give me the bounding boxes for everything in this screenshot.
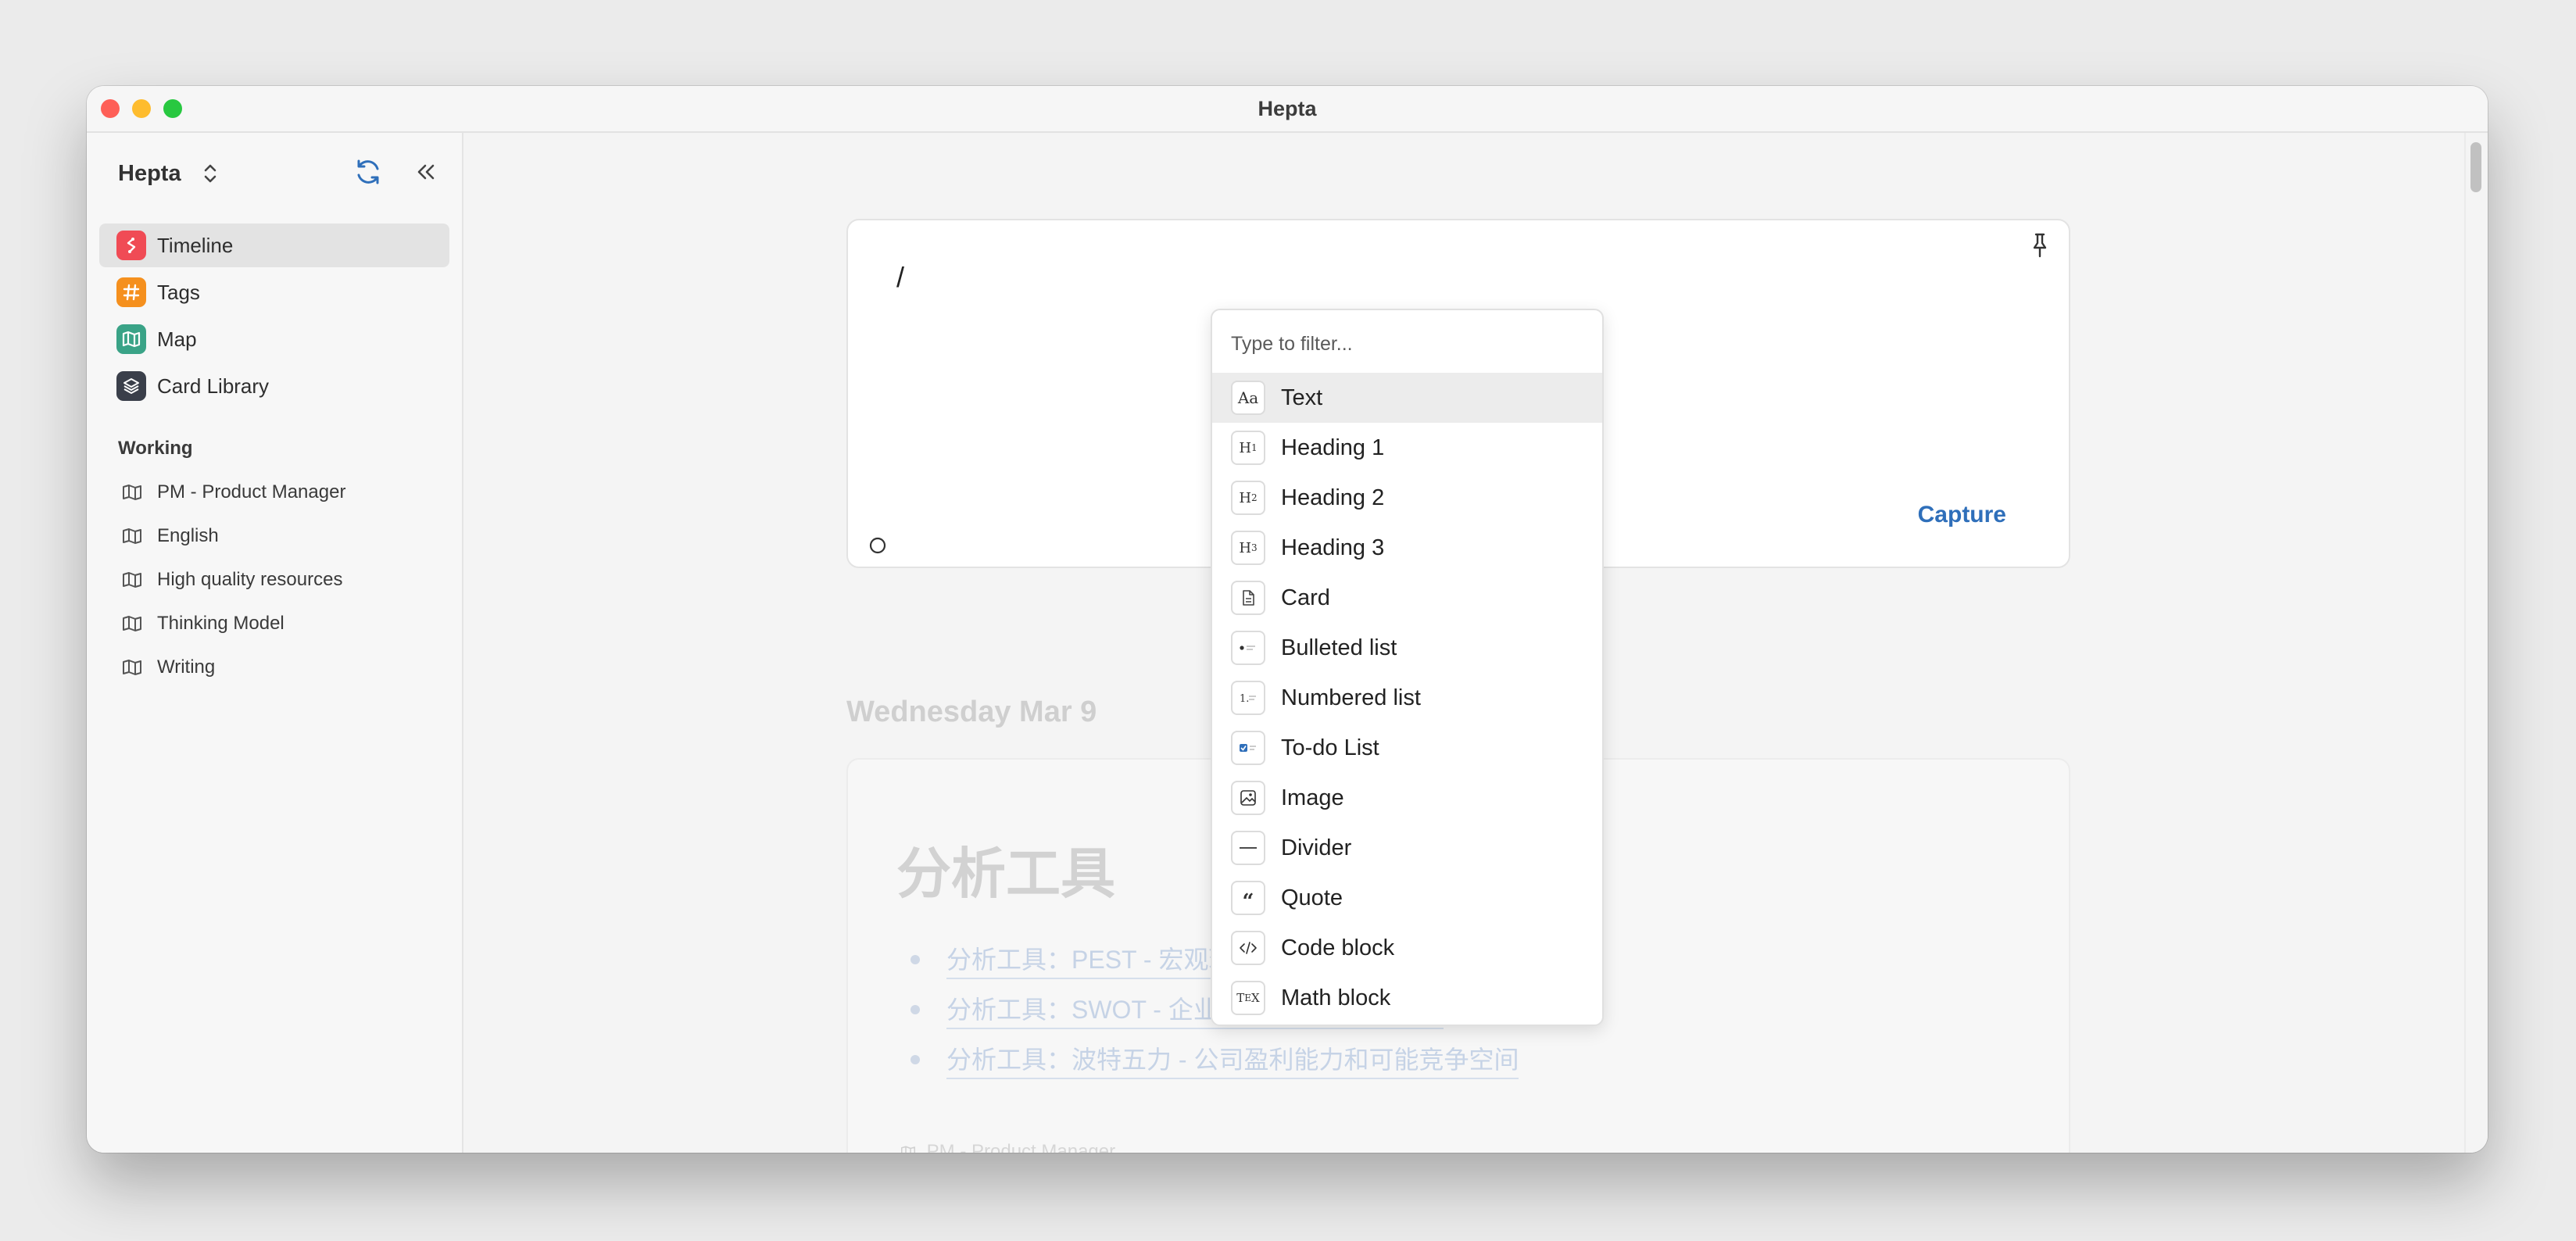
working-item-thinking-model[interactable]: Thinking Model	[99, 602, 449, 646]
heading-1-icon: H1	[1231, 431, 1265, 465]
list-item[interactable]: 分析工具：波特五力 - 公司盈利能力和可能竞争空间	[896, 1035, 1519, 1085]
window-title: Hepta	[1258, 97, 1317, 120]
card-footer-label: PM - Product Manager	[926, 1141, 1116, 1153]
menu-item-divider[interactable]: Divider	[1212, 823, 1602, 873]
menu-item-math-block[interactable]: TEX Math block	[1212, 973, 1602, 1023]
bullet-icon	[911, 1005, 920, 1014]
menu-item-bulleted-list[interactable]: Bulleted list	[1212, 623, 1602, 673]
menu-item-label: Divider	[1281, 835, 1352, 860]
quote-icon: “	[1231, 881, 1265, 915]
working-item-label: High quality resources	[157, 569, 343, 590]
menu-item-label: Math block	[1281, 985, 1391, 1010]
working-item-pm[interactable]: PM - Product Manager	[99, 470, 449, 514]
timeline-icon	[116, 231, 146, 260]
menu-item-label: Heading 3	[1281, 535, 1385, 560]
heading-3-icon: H3	[1231, 531, 1265, 565]
slash-command-menu: Type to filter... Aa Text H1 Heading 1 H…	[1211, 309, 1604, 1026]
working-item-label: PM - Product Manager	[157, 481, 346, 502]
sidebar-item-label: Tags	[157, 280, 200, 304]
menu-item-heading-3[interactable]: H3 Heading 3	[1212, 523, 1602, 573]
todo-list-icon	[1231, 731, 1265, 765]
svg-text:1.: 1.	[1240, 693, 1249, 705]
menu-item-numbered-list[interactable]: 1. Numbered list	[1212, 673, 1602, 723]
menu-item-label: Heading 2	[1281, 485, 1385, 510]
card-link[interactable]: 分析工具：波特五力 - 公司盈利能力和可能竞争空间	[946, 1040, 1519, 1079]
menu-item-heading-2[interactable]: H2 Heading 2	[1212, 473, 1602, 523]
menu-item-text[interactable]: Aa Text	[1212, 373, 1602, 423]
working-item-label: Writing	[157, 656, 216, 678]
menu-item-label: Numbered list	[1281, 685, 1421, 710]
sidebar-item-label: Timeline	[157, 233, 234, 257]
numbered-list-icon: 1.	[1231, 681, 1265, 715]
menu-item-heading-1[interactable]: H1 Heading 1	[1212, 423, 1602, 473]
capture-button[interactable]: Capture	[1918, 502, 2006, 528]
menu-item-label: Text	[1281, 384, 1323, 410]
chevron-up-down-icon[interactable]	[201, 159, 220, 188]
sidebar-item-card-library[interactable]: Card Library	[99, 364, 449, 408]
menu-item-label: Bulleted list	[1281, 635, 1397, 660]
collapse-sidebar-icon[interactable]	[413, 159, 438, 184]
map-icon	[123, 660, 141, 675]
menu-item-image[interactable]: Image	[1212, 773, 1602, 823]
section-title-working: Working	[118, 438, 193, 459]
menu-item-quote[interactable]: “ Quote	[1212, 873, 1602, 923]
hash-icon	[116, 277, 146, 307]
menu-item-card[interactable]: Card	[1212, 573, 1602, 623]
layers-icon	[116, 371, 146, 401]
map-icon	[116, 324, 146, 354]
filter-input[interactable]: Type to filter...	[1212, 310, 1602, 373]
text-icon: Aa	[1231, 381, 1265, 415]
menu-item-label: Image	[1281, 785, 1344, 810]
menu-item-label: Code block	[1281, 935, 1395, 960]
sidebar: Hepta Timeline Tags Map Card Library Wor…	[87, 133, 463, 1153]
heading-2-icon: H2	[1231, 481, 1265, 515]
circle-icon[interactable]	[868, 536, 887, 555]
card-icon	[1231, 581, 1265, 615]
menu-item-label: Heading 1	[1281, 435, 1385, 460]
map-icon	[123, 485, 141, 500]
menu-item-label: Card	[1281, 585, 1330, 610]
sidebar-nav: Timeline Tags Map Card Library	[99, 224, 449, 411]
menu-item-todo-list[interactable]: To-do List	[1212, 723, 1602, 773]
map-icon	[123, 528, 141, 544]
title-bar: Hepta	[87, 86, 2488, 133]
menu-item-label: Quote	[1281, 885, 1343, 910]
menu-item-label: To-do List	[1281, 735, 1379, 760]
sidebar-item-label: Map	[157, 327, 197, 351]
working-item-label: English	[157, 525, 219, 546]
scrollbar[interactable]	[2464, 133, 2488, 1153]
card-footer-tag[interactable]: PM - Product Manager	[900, 1141, 1115, 1153]
sync-icon[interactable]	[352, 156, 384, 188]
sidebar-item-map[interactable]: Map	[99, 317, 449, 361]
workspace-name[interactable]: Hepta	[118, 161, 181, 187]
math-block-icon: TEX	[1231, 981, 1265, 1015]
map-icon	[901, 1146, 915, 1153]
pin-icon[interactable]	[2028, 231, 2052, 259]
sidebar-item-label: Card Library	[157, 374, 270, 398]
sidebar-item-timeline[interactable]: Timeline	[99, 224, 449, 267]
sidebar-item-tags[interactable]: Tags	[99, 270, 449, 314]
map-icon	[123, 616, 141, 631]
working-item-label: Thinking Model	[157, 613, 284, 634]
editor-text[interactable]: /	[896, 261, 904, 294]
timeline-date-heading: Wednesday Mar 9	[846, 696, 1097, 728]
working-item-writing[interactable]: Writing	[99, 646, 449, 689]
divider-icon	[1231, 831, 1265, 865]
image-icon	[1231, 781, 1265, 815]
code-block-icon	[1231, 931, 1265, 965]
bullet-icon	[911, 1055, 920, 1064]
card-title: 分析工具	[896, 843, 1115, 904]
working-item-english[interactable]: English	[99, 514, 449, 558]
scrollbar-thumb[interactable]	[2470, 142, 2481, 192]
bullet-icon	[911, 955, 920, 964]
working-item-resources[interactable]: High quality resources	[99, 558, 449, 602]
map-icon	[123, 572, 141, 588]
working-list: PM - Product Manager English High qualit…	[99, 470, 449, 689]
menu-item-code-block[interactable]: Code block	[1212, 923, 1602, 973]
bulleted-list-icon	[1231, 631, 1265, 665]
